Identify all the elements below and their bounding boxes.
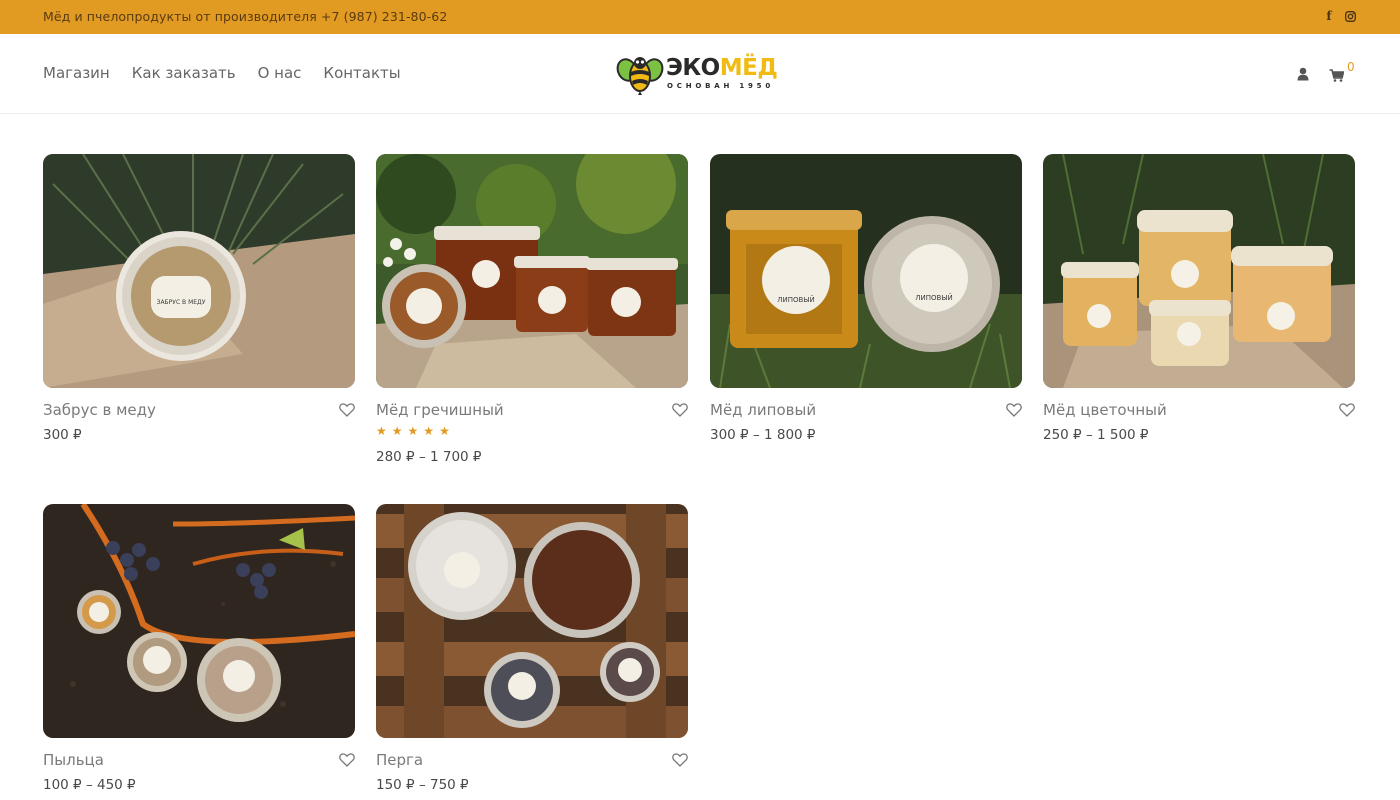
product-name[interactable]: Мёд цветочный (1043, 401, 1167, 419)
logo-wordmark: ЭКОМЁД (666, 55, 778, 81)
site-header: Магазин Как заказать О нас Контакты ЭКОМ… (0, 34, 1400, 114)
wishlist-heart-icon[interactable] (1339, 402, 1355, 417)
star-icon: ★ (376, 424, 387, 438)
top-bar: Мёд и пчелопродукты от производителя +7 … (0, 0, 1400, 34)
svg-text:ЗАБРУС В МЕДУ: ЗАБРУС В МЕДУ (157, 299, 206, 306)
instagram-icon[interactable] (1344, 10, 1356, 23)
nav-item-shop[interactable]: Магазин (43, 64, 110, 82)
product-image[interactable]: ЛИПОВЫЙ ЛИПОВЫЙ (710, 154, 1022, 388)
cart-icon[interactable] (1329, 67, 1345, 82)
main-nav: Магазин Как заказать О нас Контакты (43, 64, 401, 82)
product-image[interactable]: ЗАБРУС В МЕДУ (43, 154, 355, 388)
product-price: 280 ₽ – 1 700 ₽ (376, 449, 482, 465)
product-price: 300 ₽ (43, 427, 82, 443)
wishlist-heart-icon[interactable] (1006, 402, 1022, 417)
product-price: 300 ₽ – 1 800 ₽ (710, 427, 816, 443)
cart-count-badge: 0 (1347, 60, 1355, 74)
product-image[interactable] (376, 154, 688, 388)
nav-item-about[interactable]: О нас (258, 64, 302, 82)
product-price: 150 ₽ – 750 ₽ (376, 777, 469, 793)
product-rating: ★ ★ ★ ★ ★ (376, 424, 450, 438)
product-card-perga[interactable]: Перга 150 ₽ – 750 ₽ (376, 504, 688, 793)
nav-item-contacts[interactable]: Контакты (323, 64, 400, 82)
product-name[interactable]: Забрус в меду (43, 401, 156, 419)
product-image[interactable] (376, 504, 688, 738)
svg-text:ЛИПОВЫЙ: ЛИПОВЫЙ (915, 293, 953, 302)
bee-logo-icon (616, 57, 664, 95)
facebook-icon[interactable]: f (1323, 10, 1335, 23)
site-logo[interactable]: ЭКОМЁД ОСНОВАН 1950 (616, 52, 786, 96)
product-card-buckwheat[interactable]: Мёд гречишный ★ ★ ★ ★ ★ 280 ₽ – 1 700 ₽ (376, 154, 688, 465)
product-card-zabrus[interactable]: ЗАБРУС В МЕДУ Забрус в меду 300 ₽ (43, 154, 355, 443)
product-name[interactable]: Перга (376, 751, 423, 769)
product-card-flower[interactable]: Мёд цветочный 250 ₽ – 1 500 ₽ (1043, 154, 1355, 443)
wishlist-heart-icon[interactable] (672, 402, 688, 417)
star-icon: ★ (407, 424, 419, 438)
topbar-contact-text: Мёд и пчелопродукты от производителя +7 … (43, 9, 448, 24)
star-icon: ★ (391, 424, 403, 438)
svg-text:ЛИПОВЫЙ: ЛИПОВЫЙ (777, 295, 815, 304)
product-card-pollen[interactable]: Пыльца 100 ₽ – 450 ₽ (43, 504, 355, 793)
product-image[interactable] (1043, 154, 1355, 388)
product-name[interactable]: Мёд гречишный (376, 401, 504, 419)
star-icon: ★ (439, 424, 450, 438)
user-icon[interactable] (1297, 66, 1309, 81)
product-name[interactable]: Мёд липовый (710, 401, 816, 419)
product-image[interactable] (43, 504, 355, 738)
product-name[interactable]: Пыльца (43, 751, 104, 769)
product-price: 250 ₽ – 1 500 ₽ (1043, 427, 1149, 443)
product-price: 100 ₽ – 450 ₽ (43, 777, 136, 793)
wishlist-heart-icon[interactable] (339, 402, 355, 417)
star-icon: ★ (423, 424, 435, 438)
nav-item-how-to-order[interactable]: Как заказать (132, 64, 236, 82)
logo-subtitle: ОСНОВАН 1950 (667, 82, 775, 90)
product-card-linden[interactable]: ЛИПОВЫЙ ЛИПОВЫЙ Мёд липовый 300 ₽ – 1 80… (710, 154, 1022, 443)
wishlist-heart-icon[interactable] (339, 752, 355, 767)
wishlist-heart-icon[interactable] (672, 752, 688, 767)
